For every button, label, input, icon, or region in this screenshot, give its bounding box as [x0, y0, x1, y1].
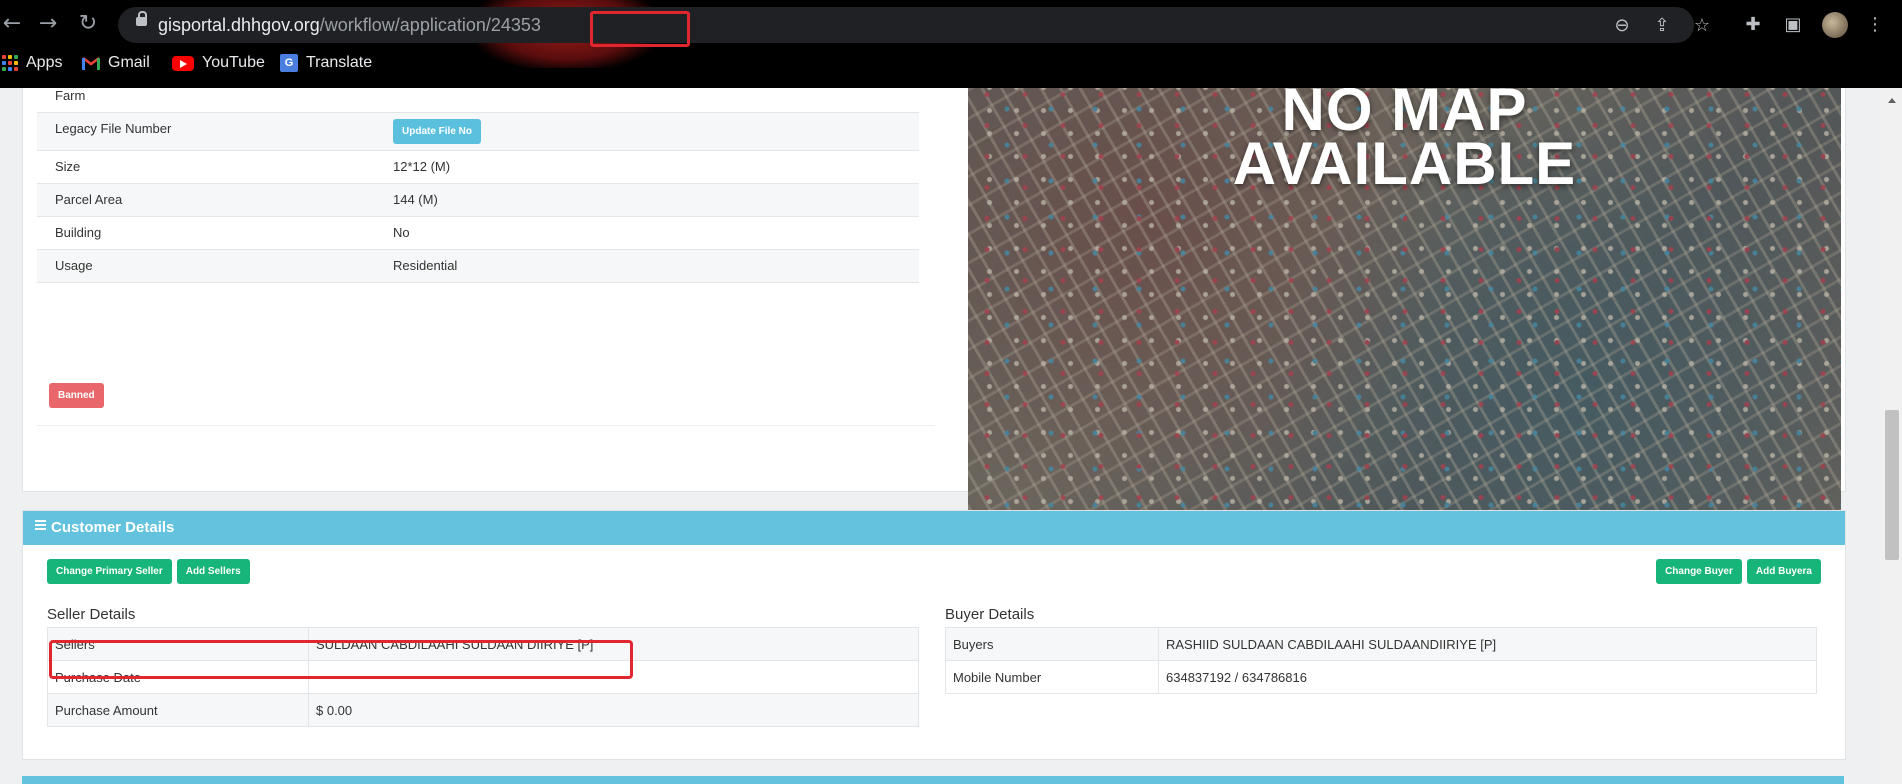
table-row: Purchase Amount $ 0.00 [47, 693, 919, 727]
customer-details-panel: Customer Details Change Primary Seller A… [22, 510, 1846, 760]
no-map-text-line2: AVAILABLE [1232, 130, 1577, 197]
row-label: Legacy File Number [55, 120, 172, 136]
lock-icon[interactable] [136, 11, 147, 27]
row-value: Update File No [375, 112, 919, 150]
menu-kebab-icon[interactable]: ⋮ [1864, 14, 1886, 36]
forward-arrow-icon[interactable]: → [36, 12, 60, 36]
url-host: gisportal.dhhgov.org [158, 15, 320, 35]
map-placeholder-image: NO MAP AVAILABLE [968, 88, 1841, 537]
table-row: Mobile Number 634837192 / 634786816 [945, 660, 1817, 694]
add-buyers-button[interactable]: Add Buyera [1746, 559, 1821, 584]
seller-button-bar: Change Primary Seller Add Sellers [47, 559, 250, 584]
row-label: Buyers [945, 627, 1159, 661]
row-label: Mobile Number [945, 660, 1159, 694]
back-arrow-icon[interactable]: ← [0, 12, 24, 36]
seller-details-title: Seller Details [47, 606, 136, 623]
url-path: /workflow/application/24353 [319, 15, 541, 35]
translate-icon: G [280, 54, 298, 72]
buyer-details-table: Buyers RASHIID SULDAAN CABDILAAHI SULDAA… [945, 627, 1817, 694]
address-bar[interactable]: gisportal.dhhgov.org/workflow/applicatio… [118, 7, 1710, 47]
customer-details-header: Customer Details [23, 511, 1845, 545]
bookmark-label: Translate [306, 54, 373, 71]
property-table: Farm Legacy File Number Update File No S… [37, 88, 919, 283]
row-value: 12*12 (M) [393, 159, 451, 174]
bookmark-label: YouTube [202, 54, 265, 71]
gmail-icon [82, 57, 100, 70]
url-text[interactable]: gisportal.dhhgov.org/workflow/applicatio… [158, 15, 541, 36]
buyer-button-bar: Change Buyer Add Buyera [1656, 559, 1821, 584]
banned-badge[interactable]: Banned [49, 383, 104, 408]
row-value: $ 0.00 [308, 693, 919, 727]
row-label: Purchase Amount [47, 693, 309, 727]
table-row: Usage Residential [37, 249, 919, 282]
sellers-highlight-annotation [49, 640, 633, 679]
extensions-puzzle-icon[interactable]: ✚ [1742, 14, 1764, 36]
table-row: Buyers RASHIID SULDAAN CABDILAAHI SULDAA… [945, 627, 1817, 661]
table-row: Size 12*12 (M) [37, 150, 919, 183]
property-details-panel: Farm Legacy File Number Update File No S… [22, 88, 1846, 537]
banned-badge-wrap: Banned [49, 383, 104, 408]
browser-chrome: ← → ↻ gisportal.dhhgov.org/workflow/appl… [0, 0, 1902, 88]
row-value: 634837192 / 634786816 [1158, 660, 1817, 694]
url-highlight-annotation [590, 11, 690, 47]
page-scrollbar[interactable] [1882, 88, 1902, 784]
row-value: RASHIID SULDAAN CABDILAAHI SULDAANDIIRIY… [1158, 627, 1817, 661]
row-label: Size [55, 159, 81, 174]
bookmark-gmail[interactable]: Gmail [82, 54, 150, 72]
scroll-up-arrow-icon[interactable] [1888, 98, 1896, 103]
reload-icon[interactable]: ↻ [76, 12, 100, 36]
customer-details-title: Customer Details [51, 519, 175, 536]
table-row: Legacy File Number Update File No [37, 112, 919, 150]
row-label: Farm [55, 88, 86, 103]
next-panel-header [22, 776, 1844, 784]
row-label: Parcel Area [55, 192, 123, 207]
youtube-icon [172, 55, 194, 71]
table-row: Farm [37, 88, 919, 112]
change-primary-seller-button[interactable]: Change Primary Seller [47, 559, 172, 584]
change-buyer-button[interactable]: Change Buyer [1656, 559, 1742, 584]
bookmark-label: Apps [26, 54, 63, 71]
table-row: Building No [37, 216, 919, 249]
share-icon[interactable]: ⇪ [1652, 16, 1672, 36]
bookmark-translate[interactable]: G Translate [280, 54, 372, 72]
address-row: ← → ↻ gisportal.dhhgov.org/workflow/appl… [0, 0, 1902, 50]
bookmark-apps[interactable]: Apps [2, 54, 62, 72]
scrollbar-thumb[interactable] [1885, 410, 1899, 560]
profile-avatar[interactable] [1822, 12, 1848, 38]
bookmark-youtube[interactable]: YouTube [172, 54, 265, 72]
page-content: Farm Legacy File Number Update File No S… [0, 88, 1882, 784]
row-label: Building [55, 225, 102, 240]
row-value: No [393, 225, 410, 240]
bookmark-label: Gmail [108, 54, 150, 71]
row-value: Residential [393, 258, 458, 273]
table-row: Parcel Area 144 (M) [37, 183, 919, 216]
row-label: Usage [55, 258, 93, 273]
bookmark-star-icon[interactable]: ☆ [1692, 16, 1712, 36]
update-file-no-button[interactable]: Update File No [393, 118, 482, 144]
add-sellers-button[interactable]: Add Sellers [176, 559, 250, 584]
bookmarks-bar: Apps Gmail YouTube G Translate [0, 52, 1902, 80]
row-value: 144 (M) [393, 192, 438, 207]
divider [37, 425, 935, 426]
row-value [375, 88, 919, 112]
list-icon [35, 520, 46, 531]
zoom-out-icon[interactable]: ⊖ [1612, 16, 1632, 36]
side-panel-icon[interactable]: ▣ [1782, 14, 1804, 36]
buyer-details-title: Buyer Details [945, 606, 1035, 623]
apps-grid-icon [2, 55, 18, 71]
